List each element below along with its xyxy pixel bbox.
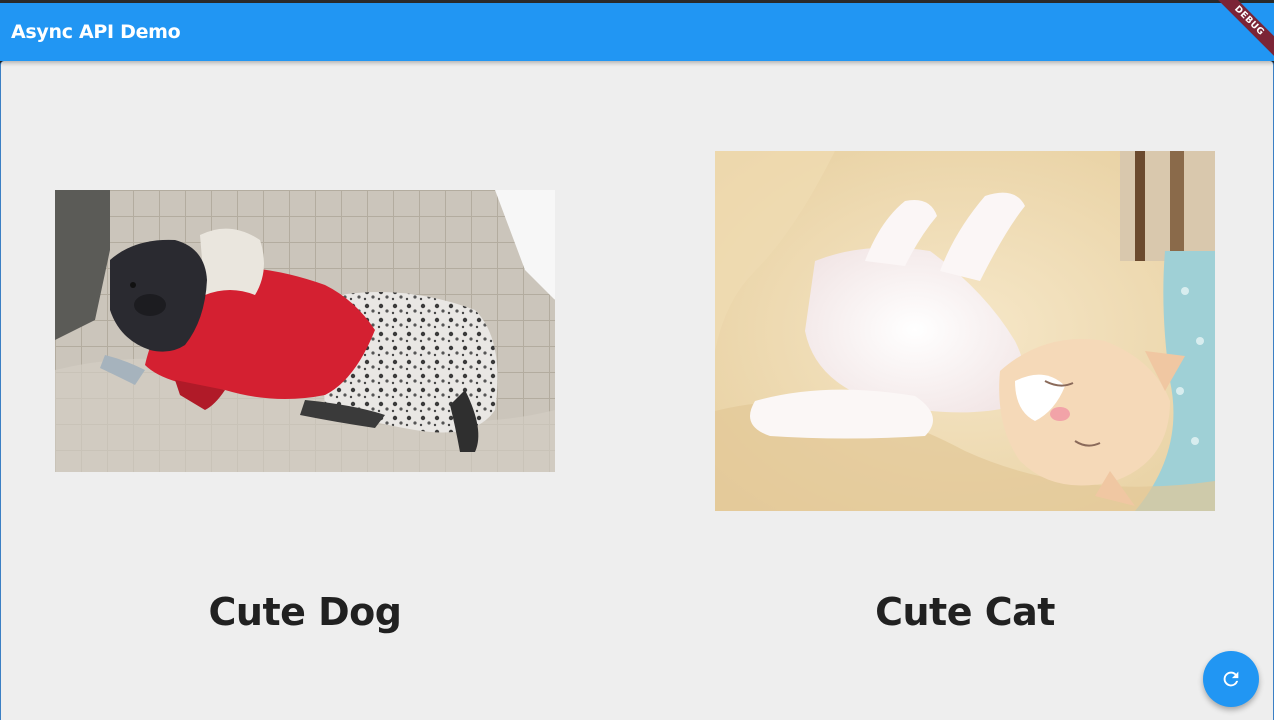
app-title: Async API Demo (11, 21, 181, 43)
dog-image (55, 190, 555, 472)
cat-caption: Cute Cat (875, 590, 1055, 634)
app-window: Async API Demo Cute Dog Cute Cat DEBUG (0, 0, 1274, 720)
dog-caption: Cute Dog (208, 590, 402, 634)
app-bar: Async API Demo (0, 3, 1274, 61)
refresh-icon (1223, 671, 1239, 687)
refresh-button[interactable] (1203, 651, 1259, 707)
cat-image (715, 151, 1215, 511)
